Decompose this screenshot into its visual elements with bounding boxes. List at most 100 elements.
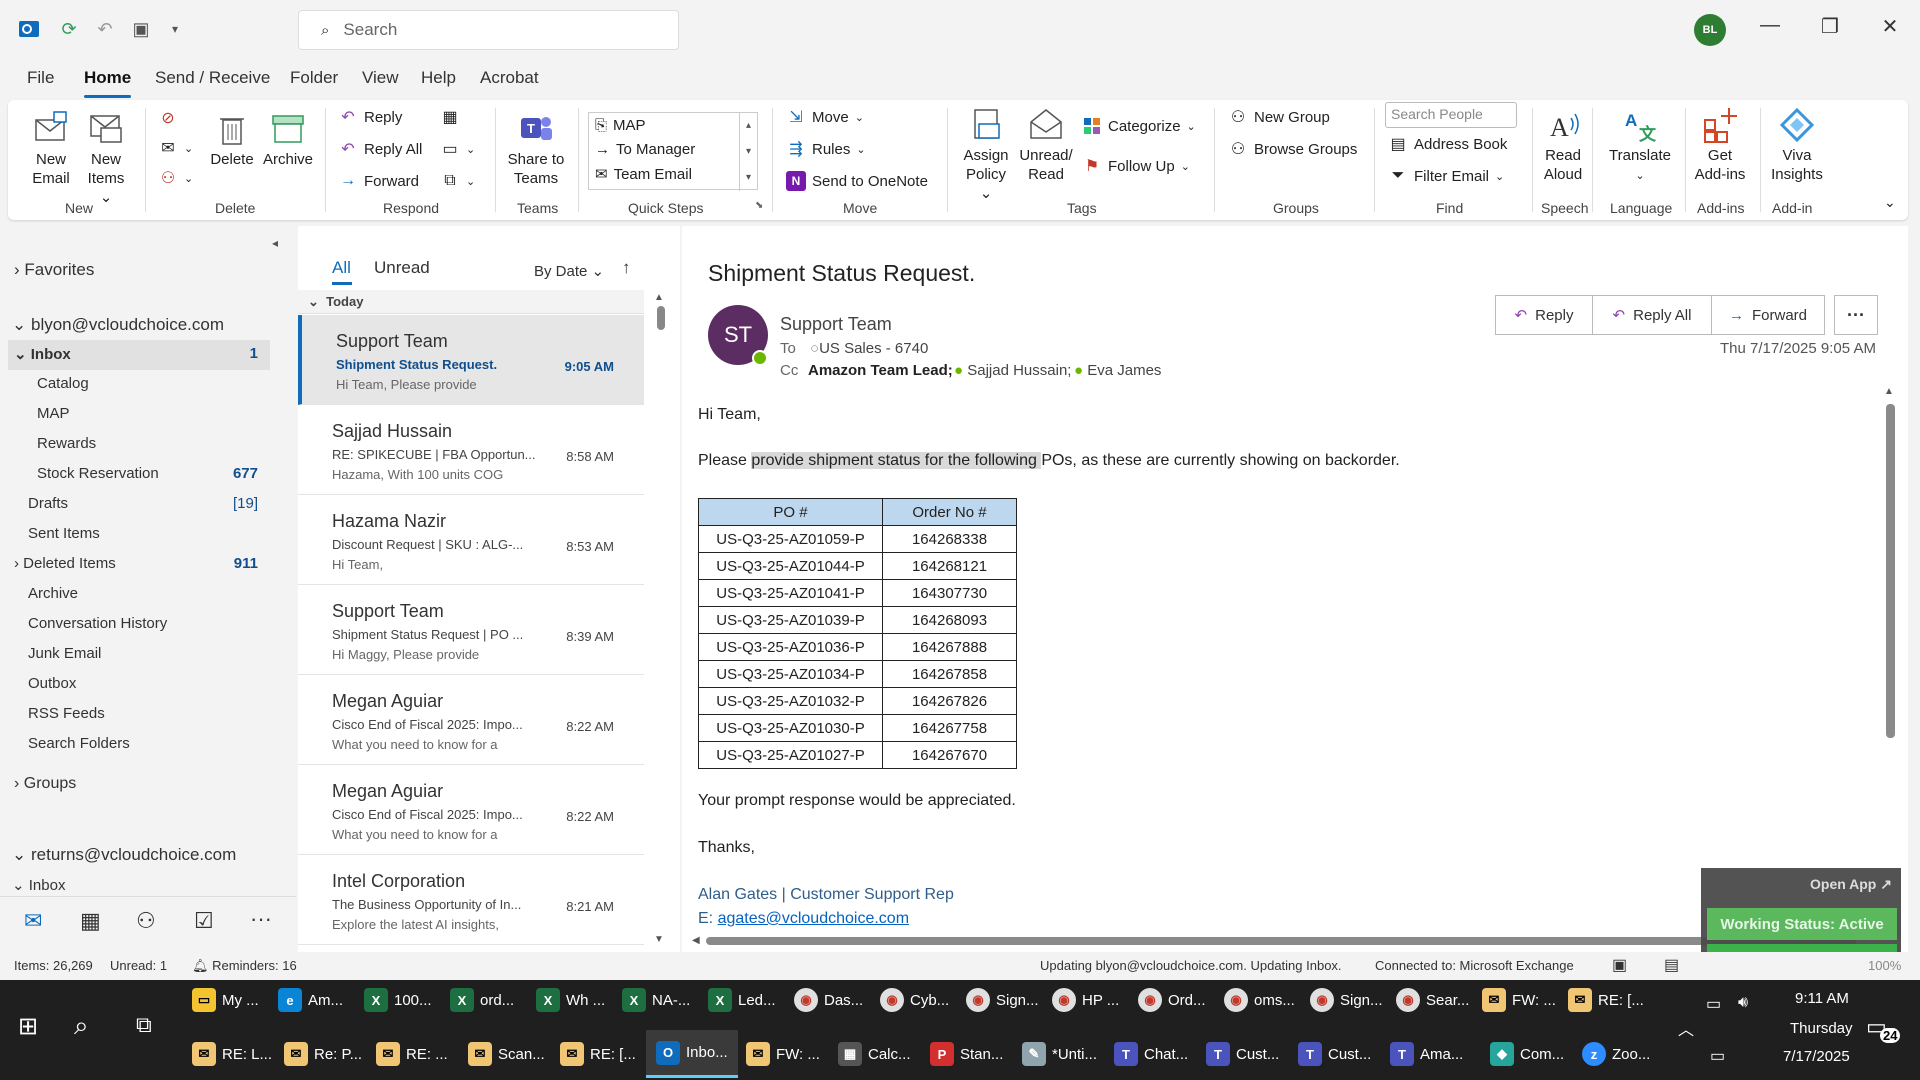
signature-email-link[interactable]: agates@vcloudchoice.com [718, 910, 909, 927]
meeting-reply-button[interactable]: ▦ [440, 107, 460, 127]
display-icon[interactable]: ▭ [1710, 1046, 1725, 1066]
taskbar-app[interactable]: X Wh ... [536, 980, 605, 1020]
search-box[interactable]: ⌕ Search [298, 10, 679, 50]
collapse-folder-pane-icon[interactable]: ◂ [272, 236, 278, 250]
cc-recipient-1[interactable]: Amazon Team Lead; [808, 362, 953, 379]
open-app-link[interactable]: Open App ↗ [1810, 876, 1892, 893]
cc-recipient-2[interactable]: ● Sajjad Hussain; [954, 362, 1071, 379]
reply-button[interactable]: ↶ Reply [338, 107, 402, 127]
folder-junk-email[interactable]: Junk Email [28, 645, 101, 662]
folder-rewards[interactable]: Rewards [37, 435, 96, 452]
taskbar-app[interactable]: T Cust... [1298, 1034, 1371, 1074]
reply-all-button[interactable]: ↶ Reply All [338, 139, 422, 159]
quick-step-team-email[interactable]: ✉ Team Email [595, 165, 692, 184]
folder-drafts[interactable]: Drafts [28, 495, 68, 512]
send-to-onenote-button[interactable]: N Send to OneNote [786, 171, 928, 191]
account-header-blyon[interactable]: ⌄ blyon@vcloudchoice.com [12, 315, 224, 335]
folder-rss-feeds[interactable]: RSS Feeds [28, 705, 105, 722]
reading-pane-horizontal-scrollbar[interactable] [706, 937, 1856, 945]
calendar-icon[interactable]: ▦ [80, 908, 101, 934]
mail-icon[interactable]: ✉ [24, 908, 42, 934]
layout-icon[interactable]: ▣ [128, 16, 154, 42]
archive-button[interactable]: Archive [260, 110, 316, 169]
folder-outbox[interactable]: Outbox [28, 675, 76, 692]
clean-up-button[interactable]: ✉ ⌄ [158, 138, 193, 158]
customize-toolbar-icon[interactable]: ▾ [162, 16, 188, 42]
ignore-button[interactable]: ⊘ [158, 108, 178, 128]
cc-recipient-3[interactable]: ● Eva James [1074, 362, 1161, 379]
menu-help[interactable]: Help [421, 68, 456, 88]
message-list-scrollbar[interactable] [657, 306, 665, 330]
taskbar-app[interactable]: ◉ Sign... [1310, 980, 1383, 1020]
reading-reply-all-button[interactable]: ↶ Reply All [1592, 295, 1712, 335]
reading-forward-button[interactable]: → Forward [1711, 295, 1825, 335]
message-item[interactable]: Intel Corporation The Business Opportuni… [298, 855, 644, 945]
folder-archive[interactable]: Archive [28, 585, 78, 602]
email-from[interactable]: Support Team [780, 314, 892, 335]
message-item[interactable]: Support Team Shipment Status Request | P… [298, 585, 644, 675]
people-icon[interactable]: ⚇ [136, 908, 156, 934]
windows-start-icon[interactable]: ⊞ [18, 1012, 38, 1041]
more-actions-icon[interactable]: ··· [1834, 295, 1878, 335]
message-item[interactable]: Hazama Nazir Discount Request | SKU : AL… [298, 495, 644, 585]
taskbar-day[interactable]: Thursday [1790, 1020, 1853, 1037]
taskbar-app[interactable]: ✉ RE: [... [560, 1034, 636, 1074]
new-group-button[interactable]: ⚇ New Group [1228, 107, 1330, 127]
taskbar-time[interactable]: 9:11 AM [1795, 990, 1849, 1007]
taskbar-app[interactable]: ▭ My ... [192, 980, 259, 1020]
translate-button[interactable]: A文 Translate ⌄ [1598, 106, 1682, 186]
move-button[interactable]: ⇲ Move ⌄ [786, 107, 864, 127]
menu-view[interactable]: View [362, 68, 399, 88]
taskbar-app[interactable]: ✉ Re: P... [284, 1034, 362, 1074]
forward-button[interactable]: → Forward [338, 171, 419, 191]
taskbar-app[interactable]: ✉ FW: ... [1482, 980, 1556, 1020]
message-item[interactable]: Megan Aguiar Cisco End of Fiscal 2025: I… [298, 675, 644, 765]
search-input[interactable]: Search [343, 20, 397, 40]
read-aloud-button[interactable]: A Read Aloud [1538, 106, 1588, 184]
taskbar-search-icon[interactable]: ⌕ [74, 1010, 89, 1042]
message-item[interactable]: Sajjad Hussain RE: SPIKECUBE | FBA Oppor… [298, 405, 644, 495]
taskbar-app[interactable]: ◆ Com... [1490, 1034, 1564, 1074]
taskbar-app[interactable]: ◉ Cyb... [880, 980, 949, 1020]
taskbar-date[interactable]: 7/17/2025 [1783, 1048, 1850, 1065]
share-to-teams-button[interactable]: T Share to Teams [504, 110, 568, 188]
assign-policy-button[interactable]: Assign Policy ⌄ [958, 106, 1014, 203]
taskbar-app[interactable]: ✉ RE: [... [1568, 980, 1644, 1020]
menu-home[interactable]: Home [84, 68, 131, 88]
sync-icon[interactable]: ⟳ [56, 16, 82, 42]
delete-button[interactable]: Delete [208, 110, 256, 169]
menu-send-receive[interactable]: Send / Receive [155, 68, 270, 88]
taskbar-app[interactable]: ◉ Sign... [966, 980, 1039, 1020]
taskbar-app[interactable]: ✉ RE: L... [192, 1034, 272, 1074]
new-email-button[interactable]: New Email [28, 110, 74, 188]
taskbar-app[interactable]: ✎ *Unti... [1022, 1034, 1097, 1074]
get-add-ins-button[interactable]: Get Add-ins [1690, 106, 1750, 184]
menu-acrobat[interactable]: Acrobat [480, 68, 539, 88]
taskbar-app[interactable]: Xord... [450, 980, 514, 1020]
taskbar-app[interactable]: ◉ Ord... [1138, 980, 1206, 1020]
taskbar-app[interactable]: T Chat... [1114, 1034, 1188, 1074]
volume-icon[interactable]: 🔊︎ [1738, 994, 1748, 1012]
menu-folder[interactable]: Folder [290, 68, 338, 88]
more-respond-button[interactable]: ⧉ ⌄ [440, 171, 475, 191]
rules-button[interactable]: ⇶ Rules ⌄ [786, 139, 865, 159]
message-item[interactable]: Support Team Shipment Status Request. Hi… [298, 315, 644, 405]
taskbar-app[interactable]: ✉ RE: ... [376, 1034, 448, 1074]
im-reply-button[interactable]: ▭ ⌄ [440, 139, 475, 159]
folder-conversation-history[interactable]: Conversation History [28, 615, 167, 632]
follow-up-button[interactable]: ⚑ Follow Up ⌄ [1082, 156, 1190, 176]
address-book-button[interactable]: ▤ Address Book [1388, 134, 1507, 154]
taskbar-app[interactable]: P Stan... [930, 1034, 1003, 1074]
scroll-down-arrow[interactable]: ▼ [654, 934, 664, 945]
folder-map[interactable]: MAP [37, 405, 70, 422]
folder-deleted-items[interactable]: › Deleted Items [14, 555, 116, 572]
taskbar-app[interactable]: ▦ Calc... [838, 1034, 911, 1074]
restore-icon[interactable]: ❐ [1815, 14, 1845, 39]
taskbar-app[interactable]: X 100... [364, 980, 432, 1020]
taskbar-app-active[interactable]: O Inbo... [646, 1030, 738, 1078]
taskbar-app[interactable]: ◉ Sear... [1396, 980, 1469, 1020]
minimize-icon[interactable]: — [1755, 14, 1785, 37]
taskbar-app[interactable]: z Zoo... [1582, 1034, 1650, 1074]
quick-step-map[interactable]: ⎘ MAP [595, 117, 646, 134]
sort-by-date[interactable]: By Date ⌄ [534, 262, 604, 280]
